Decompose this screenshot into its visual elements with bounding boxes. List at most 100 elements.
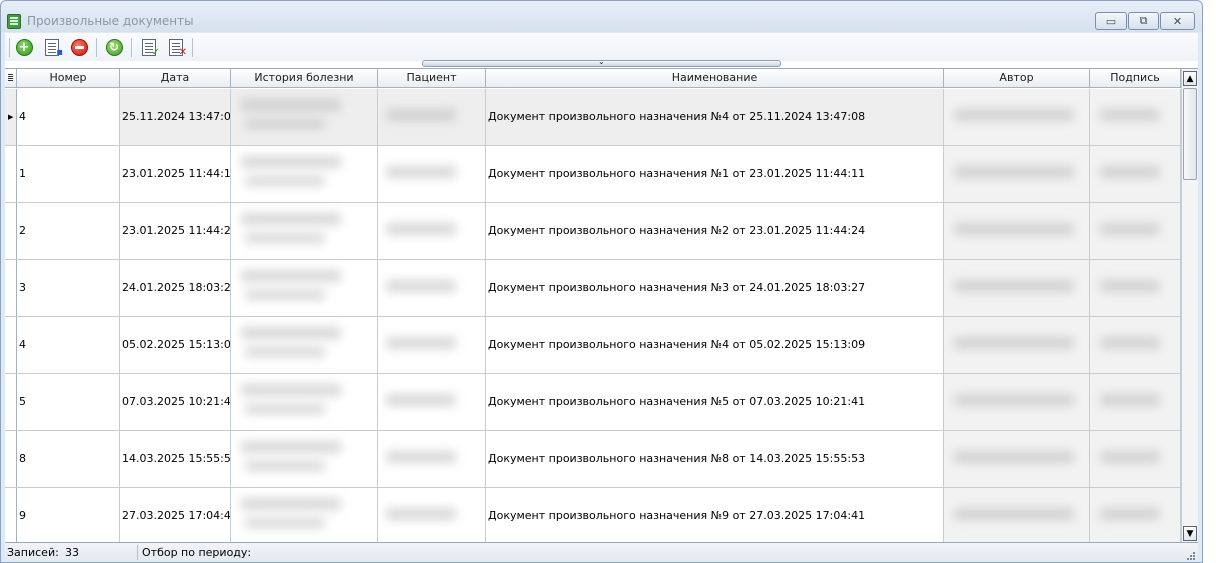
cell-author-redacted[interactable]: [944, 89, 1090, 145]
cell-number[interactable]: 5: [17, 374, 120, 430]
table-row[interactable]: 2 23.01.2025 11:44:24 Документ произвольно…: [5, 203, 1181, 260]
panel-splitter[interactable]: ⌄: [422, 58, 781, 67]
cell-patient-redacted[interactable]: [378, 317, 486, 373]
cell-number[interactable]: 3: [17, 260, 120, 316]
column-header-number[interactable]: Номер: [17, 69, 120, 88]
column-header-patient[interactable]: Пациент: [378, 69, 486, 88]
scroll-down-button[interactable]: ▼: [1183, 526, 1197, 541]
cell-date[interactable]: 23.01.2025 11:44:24: [120, 203, 231, 259]
cell-history-redacted[interactable]: [231, 317, 378, 373]
cell-author-redacted[interactable]: [944, 260, 1090, 316]
period-filter-label[interactable]: Отбор по периоду:: [142, 546, 251, 559]
cell-name[interactable]: Документ произвольного назначения №4 от …: [486, 317, 944, 373]
cell-number[interactable]: 2: [17, 203, 120, 259]
cell-number[interactable]: 8: [17, 431, 120, 487]
sign-button[interactable]: ✓: [139, 37, 160, 57]
cell-author-redacted[interactable]: [944, 431, 1090, 487]
cell-patient-redacted[interactable]: [378, 488, 486, 542]
table-row[interactable]: 3 24.01.2025 18:03:27 Документ произвольно…: [5, 260, 1181, 317]
cell-signature-redacted[interactable]: [1090, 431, 1181, 487]
table-row[interactable]: 5 07.03.2025 10:21:41 Документ произвольно…: [5, 374, 1181, 431]
column-header-date[interactable]: Дата: [120, 69, 231, 88]
cell-name[interactable]: Документ произвольного назначения №4 от …: [486, 89, 944, 145]
row-indicator[interactable]: [5, 374, 17, 430]
table-row[interactable]: 425.11.2024 13:47:08 Документ произвольно…: [5, 89, 1181, 146]
cell-signature-redacted[interactable]: [1090, 203, 1181, 259]
cell-number[interactable]: 9: [17, 488, 120, 542]
table-row[interactable]: 1 23.01.2025 11:44:11 Документ произвольно…: [5, 146, 1181, 203]
cell-name[interactable]: Документ произвольного назначения №1 от …: [486, 146, 944, 202]
cell-name[interactable]: Документ произвольного назначения №5 от …: [486, 374, 944, 430]
row-indicator[interactable]: [5, 260, 17, 316]
column-header-name[interactable]: Наименование: [486, 69, 944, 88]
cell-author-redacted[interactable]: [944, 317, 1090, 373]
cell-patient-redacted[interactable]: [378, 146, 486, 202]
cell-signature-redacted[interactable]: [1090, 317, 1181, 373]
cell-history-redacted[interactable]: [231, 203, 378, 259]
cell-number[interactable]: 4: [17, 317, 120, 373]
cell-date[interactable]: 07.03.2025 10:21:41: [120, 374, 231, 430]
delete-button[interactable]: [69, 37, 89, 57]
cell-author-redacted[interactable]: [944, 146, 1090, 202]
cell-signature-redacted[interactable]: [1090, 374, 1181, 430]
row-indicator[interactable]: [5, 488, 17, 542]
edit-button[interactable]: ▪: [42, 37, 63, 57]
row-indicator[interactable]: [5, 431, 17, 487]
cell-signature-redacted[interactable]: [1090, 488, 1181, 542]
app-icon: [7, 14, 21, 29]
column-header-author[interactable]: Автор: [944, 69, 1090, 88]
cell-history-redacted[interactable]: [231, 431, 378, 487]
vertical-scrollbar[interactable]: ▲ ▼: [1181, 69, 1198, 542]
column-header-signature[interactable]: Подпись: [1090, 69, 1181, 88]
table-row[interactable]: 4 05.02.2025 15:13:09 Документ произвольно…: [5, 317, 1181, 374]
unsign-button[interactable]: ✕: [166, 37, 187, 57]
resize-grip-icon[interactable]: [1185, 550, 1195, 560]
cell-history-redacted[interactable]: [231, 488, 378, 542]
row-indicator[interactable]: [5, 89, 17, 145]
cell-history-redacted[interactable]: [231, 374, 378, 430]
row-indicator[interactable]: [5, 146, 17, 202]
cell-signature-redacted[interactable]: [1090, 146, 1181, 202]
grid-header: Номер Дата История болезни Пациент Наиме…: [5, 69, 1181, 88]
cell-patient-redacted[interactable]: [378, 260, 486, 316]
cell-author-redacted[interactable]: [944, 488, 1090, 542]
cell-name[interactable]: Документ произвольного назначения №2 от …: [486, 203, 944, 259]
cell-date[interactable]: 23.01.2025 11:44:11: [120, 146, 231, 202]
toolbar-separator: [9, 38, 10, 57]
cell-date[interactable]: 24.01.2025 18:03:27: [120, 260, 231, 316]
table-row[interactable]: 9 27.03.2025 17:04:41 Документ произвольно…: [5, 488, 1181, 542]
columns-menu-icon[interactable]: [5, 69, 17, 88]
cell-number[interactable]: 1: [17, 146, 120, 202]
cell-name[interactable]: Документ произвольного назначения №3 от …: [486, 260, 944, 316]
cell-history-redacted[interactable]: [231, 146, 378, 202]
column-header-history[interactable]: История болезни: [231, 69, 378, 88]
cell-patient-redacted[interactable]: [378, 431, 486, 487]
cell-patient-redacted[interactable]: [378, 89, 486, 145]
close-button[interactable]: ✕: [1160, 12, 1195, 30]
row-indicator[interactable]: [5, 203, 17, 259]
scroll-thumb[interactable]: [1183, 88, 1197, 180]
table-row[interactable]: 8 14.03.2025 15:55:53 Документ произвольно…: [5, 431, 1181, 488]
cell-number[interactable]: 4: [17, 89, 120, 145]
cell-date[interactable]: 27.03.2025 17:04:41: [120, 488, 231, 542]
cell-patient-redacted[interactable]: [378, 203, 486, 259]
cell-history-redacted[interactable]: [231, 89, 378, 145]
cell-author-redacted[interactable]: [944, 203, 1090, 259]
cell-name[interactable]: Документ произвольного назначения №8 от …: [486, 431, 944, 487]
cell-author-redacted[interactable]: [944, 374, 1090, 430]
refresh-button[interactable]: ↻: [104, 37, 124, 57]
cell-signature-redacted[interactable]: [1090, 89, 1181, 145]
cell-date[interactable]: 25.11.2024 13:47:08: [120, 89, 231, 145]
cell-patient-redacted[interactable]: [378, 374, 486, 430]
cell-date[interactable]: 05.02.2025 15:13:09: [120, 317, 231, 373]
cell-history-redacted[interactable]: [231, 260, 378, 316]
cell-signature-redacted[interactable]: [1090, 260, 1181, 316]
cell-name[interactable]: Документ произвольного назначения №9 от …: [486, 488, 944, 542]
maximize-button[interactable]: ⧉: [1128, 12, 1159, 30]
minimize-button[interactable]: ▭: [1095, 12, 1127, 30]
cell-date[interactable]: 14.03.2025 15:55:53: [120, 431, 231, 487]
scroll-up-button[interactable]: ▲: [1183, 71, 1197, 86]
add-button[interactable]: +: [14, 37, 34, 57]
title-bar[interactable]: Произвольные документы ▭ ⧉ ✕: [1, 1, 1202, 32]
row-indicator[interactable]: [5, 317, 17, 373]
